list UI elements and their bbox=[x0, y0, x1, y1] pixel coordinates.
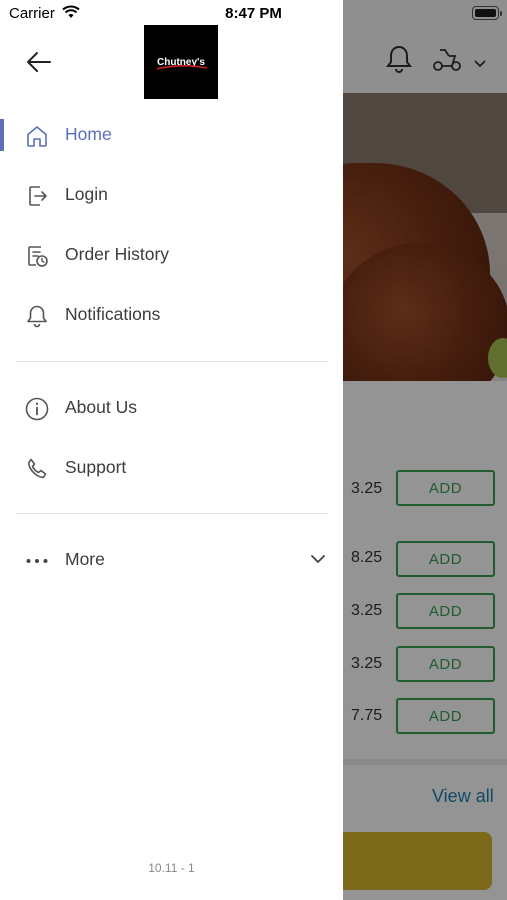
menu-item-label: Order History bbox=[65, 244, 170, 264]
login-icon bbox=[24, 183, 50, 209]
menu-item-home[interactable]: Home bbox=[0, 111, 343, 159]
bell-icon bbox=[24, 303, 50, 329]
menu-item-order-history[interactable]: Order History bbox=[0, 231, 343, 279]
back-button[interactable] bbox=[22, 48, 56, 80]
menu-item-support[interactable]: Support bbox=[0, 444, 343, 492]
more-dots-icon bbox=[24, 548, 50, 574]
home-icon bbox=[24, 123, 50, 149]
menu-item-more[interactable]: More bbox=[0, 536, 343, 584]
menu-item-notifications[interactable]: Notifications bbox=[0, 291, 343, 339]
arrow-left-icon bbox=[26, 51, 52, 78]
menu-divider bbox=[16, 513, 328, 514]
status-bar: Carrier 8:47 PM bbox=[0, 0, 507, 28]
menu-item-label: More bbox=[65, 549, 105, 569]
clock: 8:47 PM bbox=[225, 5, 282, 22]
chevron-down-icon[interactable] bbox=[310, 552, 326, 570]
menu-item-label: Notifications bbox=[65, 304, 161, 324]
order-history-icon bbox=[24, 243, 50, 269]
menu-item-label: Home bbox=[65, 124, 112, 144]
menu-item-label: About Us bbox=[65, 397, 137, 417]
menu-item-about-us[interactable]: About Us bbox=[0, 384, 343, 432]
menu-divider bbox=[16, 361, 328, 362]
battery-icon bbox=[472, 6, 499, 20]
menu-item-label: Login bbox=[65, 184, 108, 204]
navigation-drawer: Chutney's Home Login Order History Notif… bbox=[0, 0, 343, 900]
app-version: 10.11 - 1 bbox=[148, 861, 195, 875]
info-icon bbox=[24, 396, 50, 422]
phone-icon bbox=[24, 456, 50, 482]
menu-item-label: Support bbox=[65, 457, 127, 477]
brand-logo: Chutney's bbox=[144, 25, 218, 99]
menu-item-login[interactable]: Login bbox=[0, 171, 343, 219]
